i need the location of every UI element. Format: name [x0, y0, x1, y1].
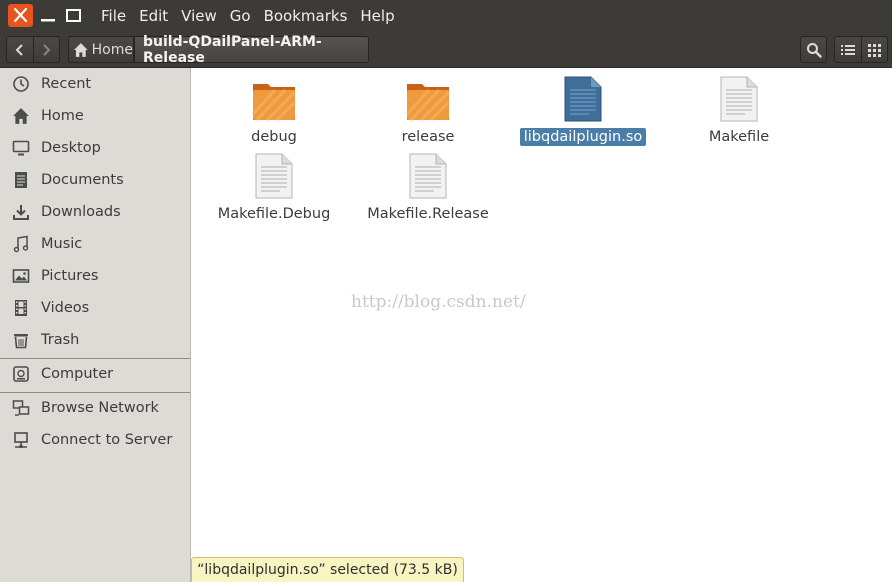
- file-name: libqdailplugin.so: [519, 128, 647, 146]
- status-bar: “libqdailplugin.so” selected (73.5 kB): [191, 557, 464, 582]
- file-item-makefile-debug[interactable]: Makefile.Debug: [204, 152, 344, 223]
- sidebar-item-desktop[interactable]: Desktop: [0, 133, 190, 163]
- sidebar-item-label: Home: [41, 108, 84, 124]
- library-file-icon: [559, 75, 607, 123]
- file-name: Makefile: [708, 129, 770, 145]
- menu-view[interactable]: View: [181, 7, 217, 25]
- sidebar-item-label: Browse Network: [41, 400, 159, 416]
- sidebar-item-label: Music: [41, 236, 83, 252]
- clock-icon: [11, 74, 31, 94]
- list-icon: [840, 44, 855, 55]
- home-icon: [73, 42, 88, 57]
- sidebar-item-label: Downloads: [41, 204, 121, 220]
- folder-icon: [250, 75, 298, 123]
- breadcrumb-home[interactable]: Home: [68, 36, 134, 63]
- text-file-icon: [250, 152, 298, 200]
- breadcrumb-home-label: Home: [91, 41, 133, 58]
- menu-go[interactable]: Go: [230, 7, 251, 25]
- file-item-makefile-release[interactable]: Makefile.Release: [358, 152, 498, 223]
- music-icon: [11, 234, 31, 254]
- desktop-icon: [11, 138, 31, 158]
- close-icon: [13, 7, 28, 23]
- menu: File Edit View Go Bookmarks Help: [101, 0, 408, 32]
- maximize-icon: [66, 9, 81, 22]
- sidebar-item-label: Recent: [41, 76, 92, 92]
- grid-view-button[interactable]: [860, 37, 887, 62]
- file-name: Makefile.Release: [367, 206, 489, 222]
- sidebar-item-trash[interactable]: Trash: [0, 325, 190, 355]
- sidebar-item-pictures[interactable]: Pictures: [0, 261, 190, 291]
- navigation-buttons: [6, 36, 60, 63]
- sidebar-item-label: Documents: [41, 172, 124, 188]
- file-item-libqdailplugin[interactable]: libqdailplugin.so: [513, 75, 653, 146]
- menu-bar: File Edit View Go Bookmarks Help: [0, 0, 892, 32]
- trash-icon: [11, 330, 31, 350]
- view-mode-buttons: [834, 36, 888, 63]
- close-window-button[interactable]: [8, 4, 33, 27]
- file-name: debug: [251, 129, 297, 145]
- menu-edit[interactable]: Edit: [139, 7, 168, 25]
- menu-file[interactable]: File: [101, 7, 126, 25]
- harddisk-icon: [11, 364, 31, 384]
- sidebar-item-label: Desktop: [41, 140, 101, 156]
- grid-icon: [868, 43, 882, 57]
- sidebar-item-label: Videos: [41, 300, 90, 316]
- sidebar-item-recent[interactable]: Recent: [0, 69, 190, 99]
- server-icon: [11, 430, 31, 450]
- chevron-left-icon: [15, 43, 23, 56]
- home-icon: [11, 106, 31, 126]
- sidebar-item-home[interactable]: Home: [0, 101, 190, 131]
- chevron-right-icon: [43, 43, 51, 56]
- minimize-window-button[interactable]: [36, 4, 61, 27]
- film-icon: [11, 298, 31, 318]
- menu-bookmarks[interactable]: Bookmarks: [264, 7, 348, 25]
- sidebar-item-label: Pictures: [41, 268, 99, 284]
- toolbar: Home build-QDailPanel-ARM-Release: [0, 32, 892, 68]
- folder-icon: [404, 75, 452, 123]
- sidebar-item-label: Connect to Server: [41, 432, 173, 448]
- document-icon: [11, 170, 31, 190]
- file-view[interactable]: debug release libqdailplugin.so Makefile…: [191, 68, 892, 582]
- search-button[interactable]: [800, 36, 827, 63]
- file-item-makefile[interactable]: Makefile: [669, 75, 809, 146]
- sidebar-item-videos[interactable]: Videos: [0, 293, 190, 323]
- download-icon: [11, 202, 31, 222]
- forward-button[interactable]: [32, 37, 59, 62]
- sidebar: Recent Home Desktop Documents Downloads …: [0, 68, 191, 582]
- text-file-icon: [404, 152, 452, 200]
- sidebar-item-music[interactable]: Music: [0, 229, 190, 259]
- maximize-window-button[interactable]: [62, 4, 87, 27]
- sidebar-item-label: Trash: [41, 332, 80, 348]
- network-icon: [11, 398, 31, 418]
- back-button[interactable]: [7, 37, 33, 62]
- sidebar-item-label: Computer: [41, 366, 114, 382]
- breadcrumb-current[interactable]: build-QDailPanel-ARM-Release: [134, 34, 369, 66]
- sidebar-item-computer[interactable]: Computer: [0, 359, 190, 389]
- file-name: release: [401, 129, 455, 145]
- sidebar-item-connect-to-server[interactable]: Connect to Server: [0, 425, 190, 455]
- sidebar-item-browse-network[interactable]: Browse Network: [0, 393, 190, 423]
- watermark: http://blog.csdn.net/: [351, 292, 526, 312]
- list-view-button[interactable]: [835, 37, 861, 62]
- menu-help[interactable]: Help: [360, 7, 394, 25]
- sidebar-item-downloads[interactable]: Downloads: [0, 197, 190, 227]
- file-item-release[interactable]: release: [358, 75, 498, 146]
- search-icon: [806, 42, 822, 58]
- file-item-debug[interactable]: debug: [204, 75, 344, 146]
- file-name: Makefile.Debug: [217, 206, 331, 222]
- sidebar-item-documents[interactable]: Documents: [0, 165, 190, 195]
- minimize-icon: [41, 19, 55, 22]
- picture-icon: [11, 266, 31, 286]
- text-file-icon: [715, 75, 763, 123]
